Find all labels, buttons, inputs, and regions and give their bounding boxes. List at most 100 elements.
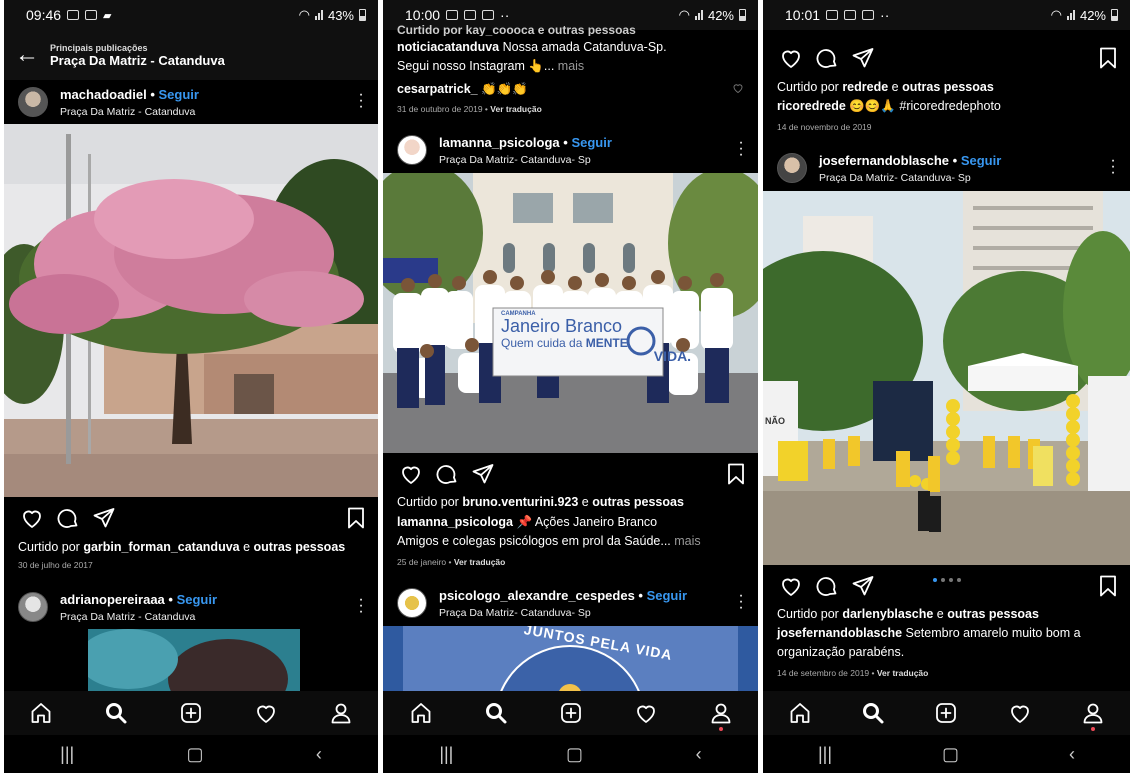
more-options-icon[interactable]: · · · (1110, 153, 1116, 181)
home-icon[interactable] (26, 698, 56, 728)
avatar[interactable] (18, 592, 48, 622)
comment-icon[interactable] (56, 506, 80, 530)
liked-others[interactable]: outras pessoas (947, 607, 1039, 621)
recent-apps-icon[interactable]: ||| (439, 744, 453, 765)
share-icon[interactable] (851, 574, 875, 598)
post-image[interactable]: JUNTOS PELA VIDA (383, 626, 758, 691)
recent-apps-icon[interactable]: ||| (60, 744, 74, 765)
like-icon[interactable] (779, 46, 803, 70)
caption-username[interactable]: lamanna_psicologa (397, 515, 513, 529)
add-post-icon[interactable] (556, 698, 586, 728)
back-button-icon[interactable]: ‹ (1069, 744, 1075, 765)
comment-username[interactable]: cesarpatrick_ (397, 82, 478, 96)
liked-by[interactable]: Curtido por bruno.venturini.923 e outras… (397, 493, 748, 512)
share-icon[interactable] (92, 506, 116, 530)
post-username[interactable]: adrianopereiraaa (60, 592, 165, 607)
liked-username[interactable]: darlenyblasche (842, 607, 933, 621)
avatar[interactable] (18, 87, 48, 117)
translate-link[interactable]: Ver tradução (877, 668, 929, 678)
liked-others[interactable]: outras pessoas (592, 495, 684, 509)
post-location[interactable]: Praça Da Matriz - Catanduva (60, 611, 217, 625)
comment-icon[interactable] (435, 462, 459, 486)
post-image[interactable] (88, 629, 300, 691)
liked-others[interactable]: outras pessoas (254, 540, 346, 554)
share-icon[interactable] (471, 462, 495, 486)
more-link[interactable]: mais (558, 59, 584, 73)
add-post-icon[interactable] (176, 698, 206, 728)
liked-by[interactable]: Curtido por garbin_forman_catanduva e ou… (18, 538, 368, 557)
heart-icon[interactable] (1005, 698, 1035, 728)
bookmark-icon[interactable] (1096, 46, 1120, 70)
message-notification-icon: ▰ (103, 9, 112, 22)
post-location[interactable]: Praça Da Matriz - Catanduva (60, 106, 199, 120)
post-username[interactable]: lamanna_psicologa (439, 135, 560, 150)
back-button-icon[interactable]: ‹ (316, 744, 322, 765)
comment-icon[interactable] (815, 46, 839, 70)
more-options-icon[interactable]: · · · (358, 87, 364, 115)
post-username[interactable]: machadoadiel (60, 87, 147, 102)
follow-button[interactable]: Seguir (647, 588, 687, 603)
liked-username[interactable]: redrede (842, 80, 888, 94)
back-arrow-icon[interactable]: ← (4, 41, 50, 69)
like-comment-icon[interactable] (732, 82, 744, 94)
home-icon[interactable] (406, 698, 436, 728)
home-button-icon[interactable]: ▢ (942, 744, 959, 765)
share-icon[interactable] (851, 46, 875, 70)
avatar[interactable] (777, 153, 807, 183)
bottom-nav (763, 691, 1130, 735)
like-icon[interactable] (20, 506, 44, 530)
follow-button[interactable]: Seguir (571, 135, 611, 150)
bookmark-icon[interactable] (1096, 574, 1120, 598)
liked-others[interactable]: outras pessoas (902, 80, 994, 94)
more-notifications-icon: ·· (880, 7, 890, 23)
search-icon[interactable] (101, 698, 131, 728)
add-post-icon[interactable] (931, 698, 961, 728)
notification-dot (1091, 727, 1096, 731)
translate-link[interactable]: Ver tradução (454, 557, 506, 567)
liked-prefix: Curtido por (397, 495, 463, 509)
caption-username[interactable]: ricoredrede (777, 99, 846, 113)
post-username[interactable]: josefernandoblasche (819, 153, 949, 168)
liked-conjunction: e (578, 495, 593, 509)
post-location[interactable]: Praça Da Matriz- Catanduva- Sp (439, 607, 687, 621)
post-image[interactable]: CAMPANHA Janeiro Branco Quem cuida da ME… (383, 173, 758, 453)
recent-apps-icon[interactable]: ||| (818, 744, 832, 765)
follow-button[interactable]: Seguir (961, 153, 1001, 168)
bookmark-icon[interactable] (724, 462, 748, 486)
caption-username[interactable]: josefernandoblasche (777, 626, 902, 640)
liked-username[interactable]: bruno.venturini.923 (462, 495, 578, 509)
follow-button[interactable]: Seguir (177, 592, 217, 607)
home-button-icon[interactable]: ▢ (187, 744, 204, 765)
profile-icon[interactable] (1078, 698, 1108, 731)
heart-icon[interactable] (631, 698, 661, 728)
home-icon[interactable] (785, 698, 815, 728)
search-icon[interactable] (858, 698, 888, 728)
like-icon[interactable] (779, 574, 803, 598)
more-options-icon[interactable]: · · · (358, 592, 364, 620)
back-button-icon[interactable]: ‹ (696, 744, 702, 765)
comment-icon[interactable] (815, 574, 839, 598)
post-image[interactable] (4, 124, 378, 497)
like-icon[interactable] (399, 462, 423, 486)
heart-icon[interactable] (251, 698, 281, 728)
profile-icon[interactable] (706, 698, 736, 731)
home-button-icon[interactable]: ▢ (566, 744, 583, 765)
post-image[interactable]: NÃO (763, 191, 1130, 565)
avatar[interactable] (397, 588, 427, 618)
more-options-icon[interactable]: · · · (738, 135, 744, 163)
liked-by[interactable]: Curtido por darlenyblasche e outras pess… (777, 605, 1120, 624)
post-username[interactable]: psicologo_alexandre_cespedes (439, 588, 635, 603)
liked-by[interactable]: Curtido por redrede e outras pessoas (777, 78, 1120, 97)
liked-username[interactable]: garbin_forman_catanduva (83, 540, 239, 554)
post-location[interactable]: Praça Da Matriz- Catanduva- Sp (819, 172, 1001, 186)
caption-username[interactable]: noticiacatanduva (397, 40, 499, 54)
more-link[interactable]: mais (674, 534, 700, 548)
avatar[interactable] (397, 135, 427, 165)
more-options-icon[interactable]: · · · (738, 588, 744, 616)
translate-link[interactable]: Ver tradução (490, 104, 542, 114)
profile-icon[interactable] (326, 698, 356, 728)
follow-button[interactable]: Seguir (158, 87, 198, 102)
post-location[interactable]: Praça Da Matriz- Catanduva- Sp (439, 154, 612, 168)
bookmark-icon[interactable] (344, 506, 368, 530)
search-icon[interactable] (481, 698, 511, 728)
